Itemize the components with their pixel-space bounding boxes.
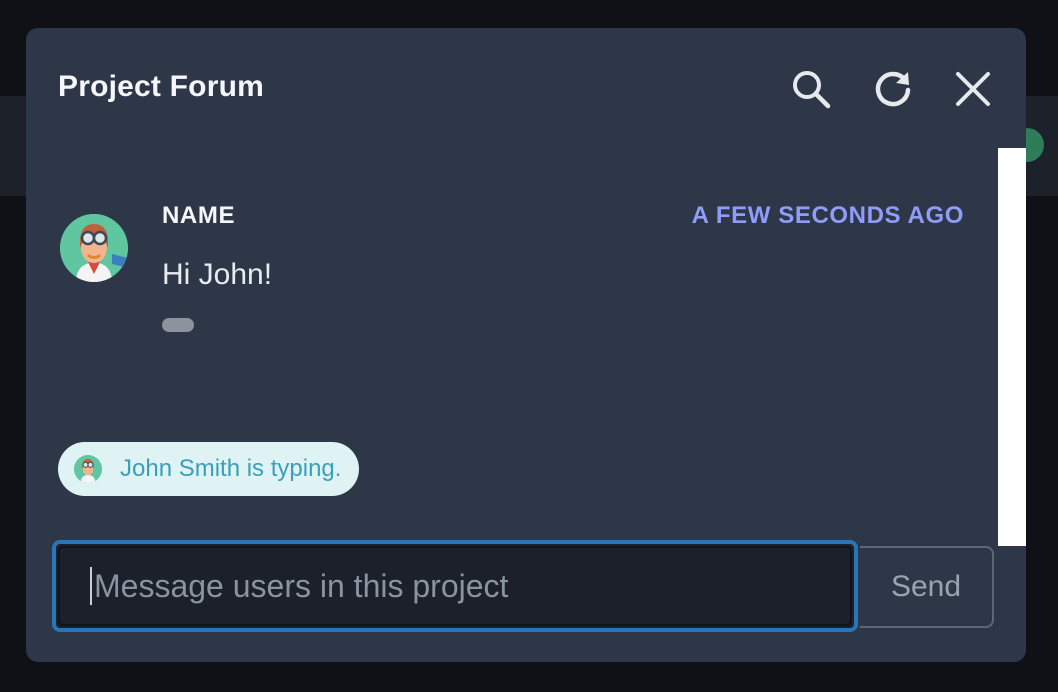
text-caret [90,567,92,605]
message-input-placeholder: Message users in this project [94,567,509,604]
typing-indicator: John Smith is typing. [58,442,360,496]
send-button[interactable]: Send [860,546,994,628]
avatar-illustration [60,214,128,282]
message-reaction-placeholder[interactable] [162,318,194,332]
panel-title: Project Forum [58,70,264,103]
avatar[interactable] [60,214,128,282]
message-input[interactable]: Message users in this project [52,540,858,632]
typing-text: John Smith is typing. [120,455,342,482]
message-timestamp: A FEW SECONDS AGO [691,202,964,229]
typing-avatar-illustration [74,455,102,483]
close-icon [956,72,990,106]
scrollbar[interactable] [996,148,1026,546]
message-author: NAME [162,202,236,229]
refresh-button[interactable] [870,66,916,112]
message-body: Hi John! [162,258,273,291]
refresh-icon [875,71,911,107]
message-item: NAME A FEW SECONDS AGO Hi John! [60,198,964,348]
close-button[interactable] [950,66,996,112]
forum-panel: Project Forum NAME A FEW SECONDS AGO Hi … [26,28,1026,662]
message-composer: Message users in this project Send [52,540,996,632]
scrollbar-thumb[interactable] [998,148,1026,546]
search-button[interactable] [788,66,834,112]
search-icon [793,71,831,109]
typing-avatar [74,455,102,483]
panel-header: Project Forum [26,28,1026,148]
